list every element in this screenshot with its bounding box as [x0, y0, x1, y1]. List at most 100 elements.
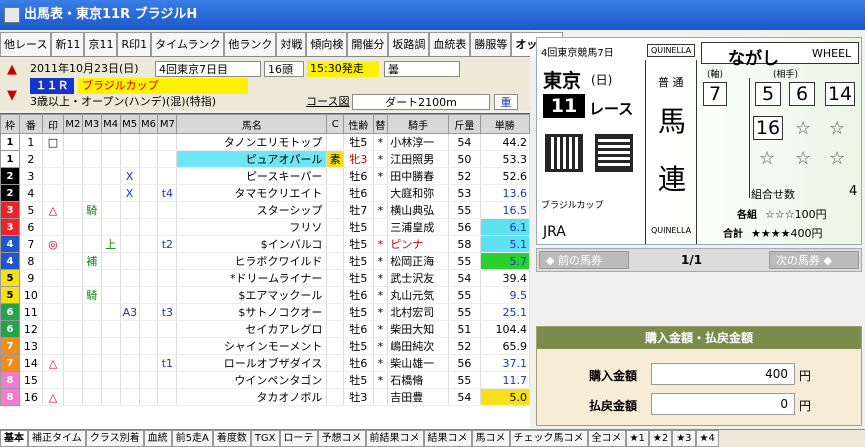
cell-m7 [157, 167, 178, 185]
purchase-amount-field[interactable]: 400 [651, 363, 795, 385]
bottom-tab-4[interactable]: 前5走A [171, 430, 213, 447]
cell-m3: 騎 [82, 201, 102, 219]
bottom-tab-15[interactable]: ★2 [648, 430, 673, 447]
table-row[interactable]: 5 9 *ドリームライナー 牡5 * 武士沢友 54 39.4 [0, 269, 531, 287]
cell-m4 [101, 286, 121, 304]
next-ticket-button[interactable]: 次の馬券 ◆ [769, 251, 859, 269]
tab-3[interactable]: R印1 [117, 32, 152, 56]
cell-m6 [139, 167, 159, 185]
table-row[interactable]: 4 8 補 ヒラボクワイルド 牡5 * 松岡正海 55 5.7 [0, 252, 531, 270]
table-row[interactable]: 8 16 △ タカオノボル 牡3 吉田豊 54 5.0 [0, 388, 531, 406]
tab-10[interactable]: 血統表 [429, 32, 471, 56]
combo-label: 組合せ数 [751, 188, 795, 201]
column-header-9[interactable]: 馬名 [176, 114, 328, 134]
bottom-tab-6[interactable]: TGX [250, 430, 280, 447]
tab-7[interactable]: 傾向検 [306, 32, 348, 56]
bottom-tab-1[interactable]: 補正タイム [28, 430, 86, 447]
column-header-3[interactable]: M2 [62, 114, 83, 134]
table-row[interactable]: 4 7 ◎ 上 t2 $インバルコ 牡5 * ピンナ 58 5.1 [0, 235, 531, 253]
tab-5[interactable]: 他ランク [224, 32, 277, 56]
table-row[interactable]: 3 5 △ 騎 スターシップ 牡7 * 横山典弘 55 16.5 [0, 201, 531, 219]
tab-2[interactable]: 京11 [84, 32, 118, 56]
bottom-tab-14[interactable]: ★1 [625, 430, 649, 447]
previous-ticket-button[interactable]: ◆ 前の馬券 [539, 251, 629, 269]
bottom-tab-12[interactable]: チェック馬コメ [509, 430, 588, 447]
column-header-4[interactable]: M3 [81, 114, 102, 134]
cell-kae [373, 218, 389, 236]
bottom-tab-9[interactable]: 前結果コメ [365, 430, 424, 447]
bottom-tab-11[interactable]: 馬コメ [471, 430, 510, 447]
column-header-2[interactable]: 印 [41, 114, 64, 134]
bottom-tab-row: 基本 補正タイム クラス別着 血統 前5走A 着度数 TGX ローテ 予想コメ 前結果コメ 結果コメ… [0, 429, 865, 447]
weather: 曇 [384, 61, 460, 77]
bottom-tab-8[interactable]: 予想コメ [317, 430, 366, 447]
table-row[interactable]: 2 4 Xt4 タマモクリエイト 牡6 大庭和弥 53 13.6 [0, 184, 531, 202]
payout-amount-field[interactable]: 0 [651, 393, 795, 415]
tab-0[interactable]: 他レース [0, 32, 52, 56]
column-header-15[interactable]: 単勝 [479, 114, 531, 134]
cell-c [326, 201, 345, 219]
cell-name: ロールオブザダイス [176, 354, 328, 372]
table-row[interactable]: 6 11 A3 t3 $サトノコクオー 牡5 * 北村宏司 55 25.1 [0, 303, 531, 321]
cell-m7 [157, 320, 178, 338]
bottom-tab-2[interactable]: クラス別着 [85, 430, 144, 447]
cell-m5 [120, 337, 140, 355]
table-row[interactable]: 1 1 □ タノンエリモトップ 牡5 * 小林淳一 54 44.2 [0, 133, 531, 151]
table-row[interactable]: 7 13 シャインモーメント 牡5 * 嶋田純次 52 65.9 [0, 337, 531, 355]
column-header-7[interactable]: M6 [138, 114, 159, 134]
cell-m5 [120, 388, 140, 406]
cell-sexage: 牝3 [343, 150, 374, 168]
cell-name: $インバルコ [176, 235, 328, 253]
column-header-8[interactable]: M7 [157, 114, 178, 134]
cell-num: 4 [19, 184, 43, 202]
cell-kae: * [373, 337, 389, 355]
column-header-1[interactable]: 番 [18, 114, 43, 134]
cell-odds: 5.1 [480, 235, 531, 253]
table-row[interactable]: 3 6 フリソ 牡5 三浦皇成 56 6.1 [0, 218, 531, 236]
column-header-10[interactable]: C [326, 114, 345, 134]
cell-m2 [63, 337, 83, 355]
column-header-11[interactable]: 性齢 [343, 114, 374, 134]
tab-4[interactable]: タイムランク [151, 32, 225, 56]
tab-1[interactable]: 新11 [51, 32, 85, 56]
bottom-tab-0[interactable]: 基本 [0, 430, 28, 447]
bottom-tab-3[interactable]: 血統 [143, 430, 172, 447]
column-header-12[interactable]: 替 [372, 114, 389, 134]
column-header-5[interactable]: M4 [100, 114, 121, 134]
cell-m6 [139, 269, 159, 287]
bottom-tab-17[interactable]: ★4 [695, 430, 719, 447]
bottom-tab-7[interactable]: ローテ [279, 430, 318, 447]
bottom-tab-13[interactable]: 全コメ [587, 430, 626, 447]
table-row[interactable]: 8 15 ウインペンタゴン 牡5 * 石橋脩 55 11.7 [0, 371, 531, 389]
tab-9[interactable]: 坂路調 [388, 32, 430, 56]
column-header-13[interactable]: 騎手 [387, 114, 450, 134]
partner-number-1: 5 [755, 82, 781, 106]
table-row[interactable]: 5 10 騎 $エアマックール 牡6 * 丸山元気 55 9.5 [0, 286, 531, 304]
cell-odds: 5.0 [480, 388, 531, 406]
ticket-kind-ren: 連 [658, 163, 687, 196]
bet-type: ながし [728, 49, 779, 69]
next-race-arrow-icon[interactable]: ▼ [6, 87, 18, 105]
bottom-tab-5[interactable]: 着度数 [212, 430, 251, 447]
bottom-tab-16[interactable]: ★3 [672, 430, 696, 447]
cell-waku: 4 [0, 252, 20, 270]
cell-m3 [82, 269, 102, 287]
course-map-link[interactable]: コース図 [306, 94, 349, 110]
column-header-6[interactable]: M5 [119, 114, 140, 134]
tab-8[interactable]: 開催分 [347, 32, 389, 56]
table-row[interactable]: 1 2 ピュアオパール素牝3 * 江田照男 50 53.3 [0, 150, 531, 168]
tab-6[interactable]: 対戦 [276, 32, 307, 56]
column-header-14[interactable]: 斤量 [448, 114, 481, 134]
table-row[interactable]: 2 3 X ピースキーパー 牡6 * 田中勝春 52 52.6 [0, 167, 531, 185]
previous-ticket-label: 前の馬券 [557, 254, 602, 267]
star-empty-1: ☆ [795, 118, 812, 139]
cell-m5 [120, 150, 140, 168]
cell-sexage: 牡5 [343, 235, 374, 253]
bottom-tab-10[interactable]: 結果コメ [423, 430, 472, 447]
cell-m5 [120, 371, 140, 389]
table-row[interactable]: 6 12 セイカアレグロ 牡6 * 柴田大知 51 104.4 [0, 320, 531, 338]
previous-race-arrow-icon[interactable]: ▲ [6, 61, 18, 79]
column-header-0[interactable]: 枠 [0, 114, 20, 134]
table-row[interactable]: 7 14 △ t1 ロールオブザダイス 牡6 * 柴山雄一 56 37.1 [0, 354, 531, 372]
tab-11[interactable]: 勝服等 [470, 32, 512, 56]
